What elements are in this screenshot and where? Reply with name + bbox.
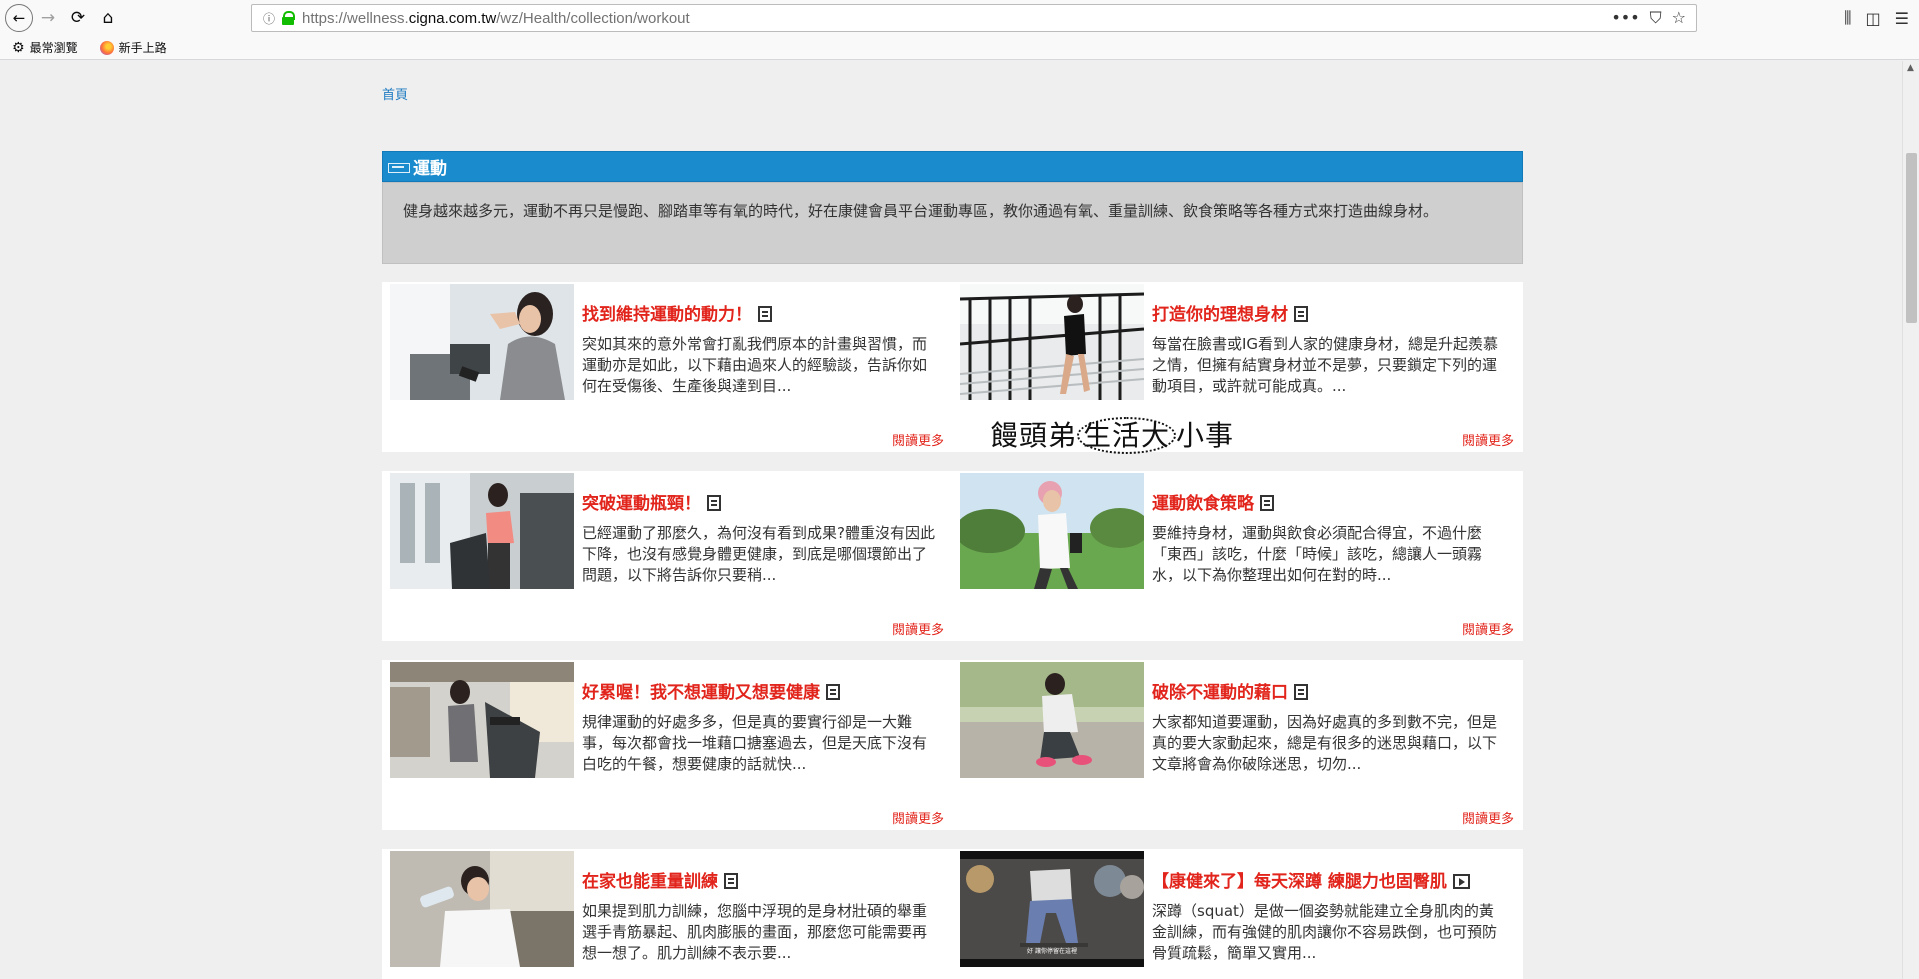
document-icon — [826, 684, 840, 700]
article-row: 找到維持運動的動力！ 突如其來的意外常會打亂我們原本的計畫與習慣，而運動亦是如此… — [382, 282, 1523, 454]
article-title[interactable]: 在家也能重量訓練 — [582, 867, 738, 892]
page-actions-icon[interactable]: ••• — [1611, 8, 1639, 28]
pocket-icon[interactable]: ⛉ — [1650, 8, 1662, 28]
read-more-link[interactable]: 閱讀更多 — [892, 430, 944, 449]
article-card[interactable]: 破除不運動的藉口 大家都知道要運動，因為好處真的多到數不完，但是真的要大家動起來… — [952, 660, 1522, 830]
article-card[interactable]: 好累喔！我不想運動又想要健康 規律運動的好處多多，但是真的要實行卻是一大難事，每… — [382, 660, 952, 830]
forward-button[interactable]: → — [33, 3, 63, 33]
page-viewport: 首頁 運動 健身越來越多元，運動不再只是慢跑、腳踏車等有氧的時代，好在康健會員平… — [0, 61, 1902, 979]
section-title: 運動 — [413, 159, 447, 179]
article-title[interactable]: 好累喔！我不想運動又想要健康 — [582, 678, 840, 703]
lock-icon[interactable] — [280, 10, 296, 26]
article-card[interactable]: 打造你的理想身材 每當在臉書或IG看到人家的健康身材，總是升起羨慕之情，但擁有結… — [952, 282, 1522, 452]
article-title[interactable]: 破除不運動的藉口 — [1152, 678, 1308, 703]
bookmark-most-visited[interactable]: ⚙ 最常瀏覽 — [12, 39, 78, 56]
article-thumbnail[interactable] — [960, 473, 1144, 589]
article-card[interactable]: 在家也能重量訓練 如果提到肌力訓練，您腦中浮現的是身材壯碩的舉重選手青筋暴起、肌… — [382, 849, 952, 979]
article-title[interactable]: 【康健來了】每天深蹲 練腿力也固臀肌 — [1152, 867, 1470, 892]
article-row: 在家也能重量訓練 如果提到肌力訓練，您腦中浮現的是身材壯碩的舉重選手青筋暴起、肌… — [382, 849, 1523, 979]
article-card[interactable]: 運動飲食策略 要維持身材，運動與飲食必須配合得宜，不過什麼「東西」該吃，什麼「時… — [952, 471, 1522, 641]
read-more-link[interactable]: 閱讀更多 — [892, 619, 944, 638]
article-title[interactable]: 突破運動瓶頸！ — [582, 489, 721, 514]
gear-icon: ⚙ — [12, 39, 25, 56]
article-thumbnail[interactable] — [390, 284, 574, 400]
article-title[interactable]: 打造你的理想身材 — [1152, 300, 1308, 325]
document-icon — [758, 306, 772, 322]
menu-icon[interactable]: ☰ — [1895, 9, 1909, 28]
article-card[interactable]: 好 讓你停留在這裡 【康健來了】每天深蹲 練腿力也固臀肌 深蹲（squat）是做… — [952, 849, 1522, 979]
section-intro: 健身越來越多元，運動不再只是慢跑、腳踏車等有氧的時代，好在康健會員平台運動專區，… — [382, 182, 1523, 264]
back-button[interactable]: ← — [5, 4, 33, 32]
bookmark-star-icon[interactable]: ☆ — [1672, 8, 1686, 28]
document-icon — [1260, 495, 1274, 511]
firefox-icon — [99, 40, 114, 55]
article-row: 好累喔！我不想運動又想要健康 規律運動的好處多多，但是真的要實行卻是一大難事，每… — [382, 660, 1523, 830]
article-description: 已經運動了那麼久，為何沒有看到成果?體重沒有因此下降，也沒有感覺身體更健康，到底… — [582, 524, 935, 584]
read-more-link[interactable]: 閱讀更多 — [1462, 808, 1514, 827]
article-thumbnail[interactable] — [390, 851, 574, 967]
document-icon — [707, 495, 721, 511]
video-icon — [1452, 874, 1470, 889]
scrollbar-thumb[interactable] — [1906, 153, 1917, 323]
read-more-link[interactable]: 閱讀更多 — [1462, 619, 1514, 638]
library-icon[interactable]: ⫼ — [1844, 8, 1851, 28]
bookmarks-bar: ⚙ 最常瀏覽 新手上路 — [0, 36, 1919, 60]
sidebar-icon[interactable]: ◫ — [1866, 9, 1881, 28]
reload-button[interactable]: ⟳ — [63, 3, 93, 33]
article-description: 要維持身材，運動與飲食必須配合得宜，不過什麼「東西」該吃，什麼「時候」該吃，總讓… — [1152, 524, 1483, 584]
page-scrollbar[interactable]: ▲ — [1902, 61, 1919, 979]
article-thumbnail[interactable] — [390, 662, 574, 778]
section-header: 運動 — [382, 151, 1523, 182]
site-info-icon[interactable]: ⓘ — [258, 10, 280, 27]
bookmark-label: 新手上路 — [118, 41, 167, 55]
article-description: 如果提到肌力訓練，您腦中浮現的是身材壯碩的舉重選手青筋暴起、肌肉膨脹的畫面，那麼… — [582, 902, 928, 962]
bookmark-getting-started[interactable]: 新手上路 — [99, 39, 167, 56]
url-bar[interactable]: ⓘ https://wellness.cigna.com.tw/wz/Healt… — [251, 4, 1697, 32]
bookmark-label: 最常瀏覽 — [29, 41, 78, 55]
browser-toolbar: ← → ⟳ ⌂ ⓘ https://wellness.cigna.com.tw/… — [0, 0, 1919, 36]
article-title[interactable]: 找到維持運動的動力！ — [582, 300, 772, 325]
article-description: 大家都知道要運動，因為好處真的多到數不完，但是真的要大家動起來，總是有很多的迷思… — [1152, 713, 1498, 773]
video-thumbnail[interactable]: 好 讓你停留在這裡 — [960, 851, 1144, 967]
article-card[interactable]: 找到維持運動的動力！ 突如其來的意外常會打亂我們原本的計畫與習慣，而運動亦是如此… — [382, 282, 952, 452]
video-caption: 好 讓你停留在這裡 — [1027, 947, 1077, 955]
article-thumbnail[interactable] — [390, 473, 574, 589]
breadcrumb-home[interactable]: 首頁 — [382, 84, 408, 103]
document-icon — [1294, 306, 1308, 322]
url-text[interactable]: https://wellness.cigna.com.tw/wz/Health/… — [302, 10, 1611, 27]
scroll-up-arrow-icon[interactable]: ▲ — [1907, 63, 1914, 73]
article-card[interactable]: 突破運動瓶頸！ 已經運動了那麼久，為何沒有看到成果?體重沒有因此下降，也沒有感覺… — [382, 471, 952, 641]
document-icon — [1294, 684, 1308, 700]
article-row: 突破運動瓶頸！ 已經運動了那麼久，為何沒有看到成果?體重沒有因此下降，也沒有感覺… — [382, 471, 1523, 641]
document-icon — [724, 873, 738, 889]
read-more-link[interactable]: 閱讀更多 — [892, 808, 944, 827]
read-more-link[interactable]: 閱讀更多 — [1462, 430, 1514, 449]
article-description: 深蹲（squat）是做一個姿勢就能建立全身肌肉的黃金訓練，而有強健的肌肉讓你不容… — [1152, 902, 1498, 962]
article-description: 每當在臉書或IG看到人家的健康身材，總是升起羨慕之情，但擁有結實身材並不是夢，只… — [1152, 335, 1499, 395]
dumbbell-icon — [388, 162, 410, 173]
article-thumbnail[interactable] — [960, 284, 1144, 400]
article-thumbnail[interactable] — [960, 662, 1144, 778]
home-button[interactable]: ⌂ — [93, 3, 123, 33]
article-title[interactable]: 運動飲食策略 — [1152, 489, 1274, 514]
article-description: 突如其來的意外常會打亂我們原本的計畫與習慣，而運動亦是如此，以下藉由過來人的經驗… — [582, 335, 928, 395]
article-description: 規律運動的好處多多，但是真的要實行卻是一大難事，每次都會找一堆藉口搪塞過去，但是… — [582, 713, 928, 773]
